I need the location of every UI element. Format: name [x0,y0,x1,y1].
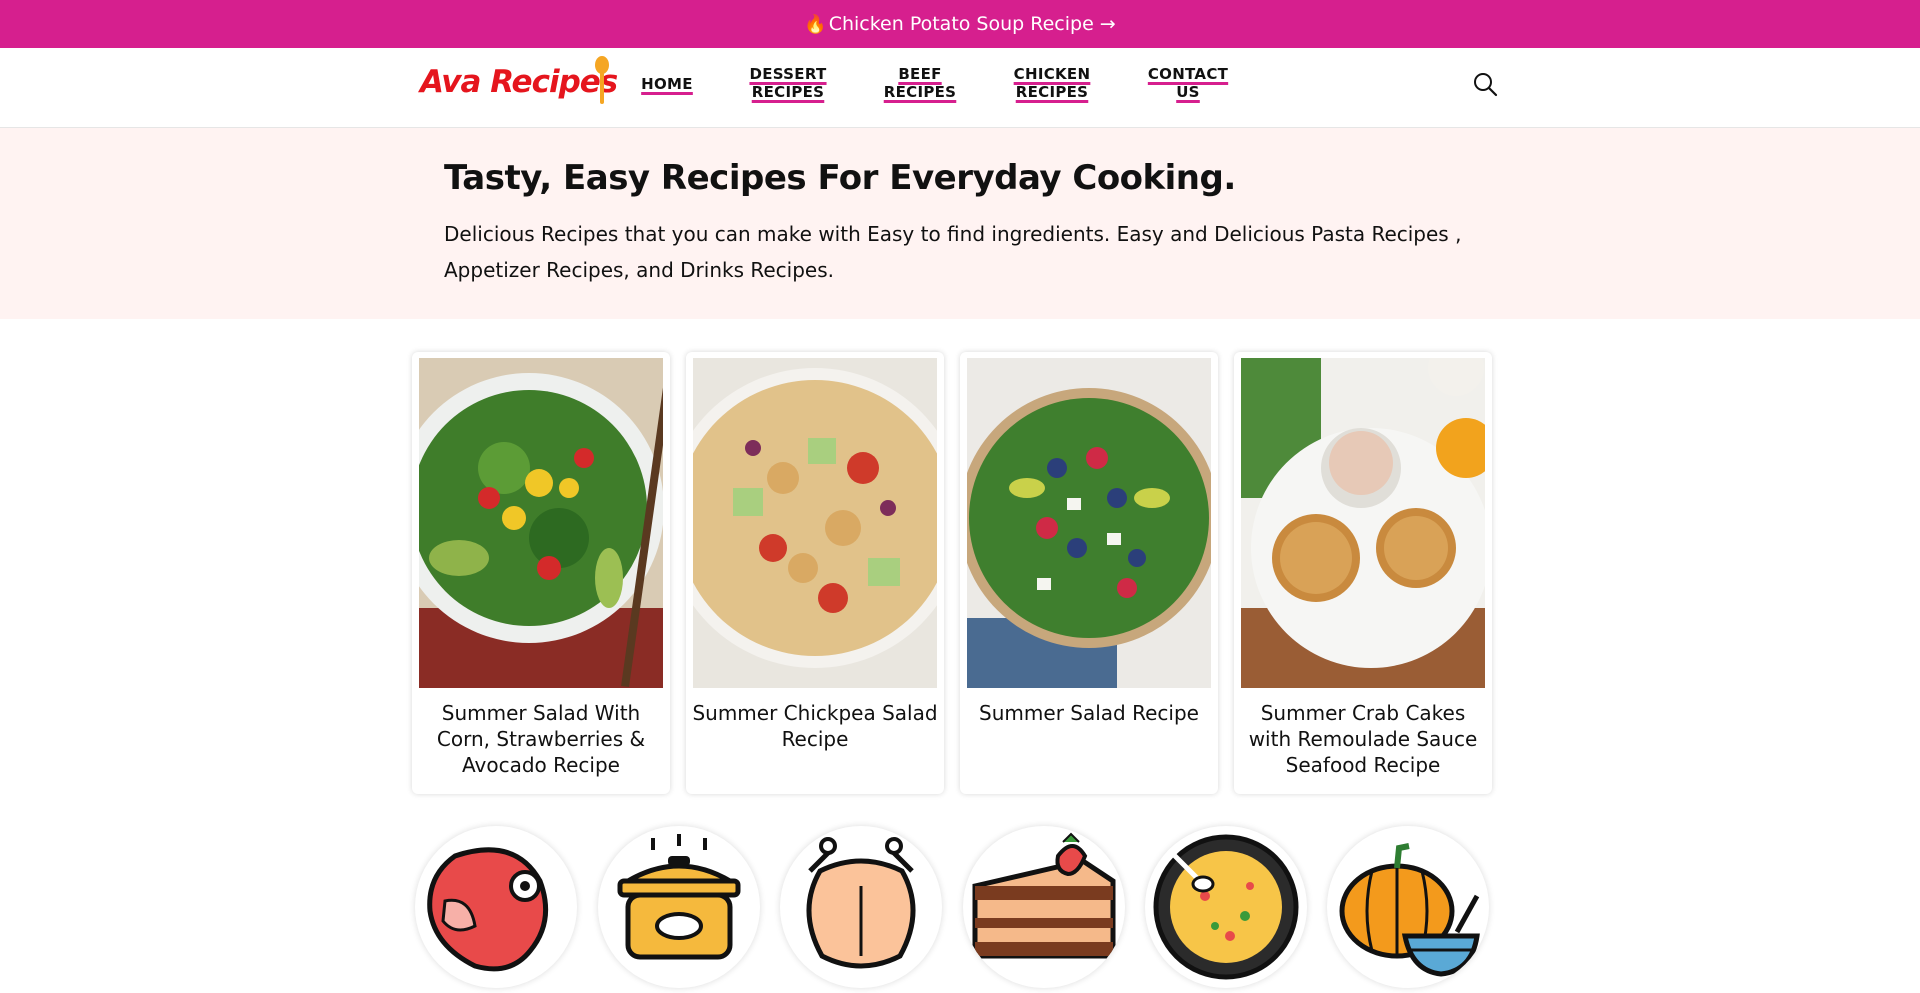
logo-text: Ava Recipes [420,64,618,100]
pumpkin-icon [1339,843,1480,977]
nav-dessert-recipes[interactable]: DESSERT RECIPES [733,65,843,101]
site-logo[interactable]: Ava Recipes [420,54,618,114]
steak-icon [427,847,549,972]
nav-home[interactable]: HOME [637,75,697,93]
search-icon [1474,73,1498,97]
site-header: Ava Recipes HOME DESSERT RECIPES BEEF RE… [0,48,1920,128]
recipe-cards: Summer Salad With Corn, Strawberries & A… [412,352,1492,794]
nav-beef-recipes[interactable]: BEEF RECIPES [875,65,965,101]
spoon-icon [595,56,609,104]
category-chicken[interactable] [780,826,942,988]
hero-section: Tasty, Easy Recipes For Everyday Cooking… [0,128,1920,319]
roast-chicken-icon [806,837,916,969]
hero-title: Tasty, Easy Recipes For Everyday Cooking… [444,158,1236,198]
nav-contact-line1: CONTACT [1147,65,1229,83]
nav-beef-line2: RECIPES [883,83,957,101]
category-icons [412,826,1492,993]
recipe-image[interactable] [693,358,937,688]
recipe-card[interactable]: Summer Crab Cakes with Remoulade Sauce S… [1234,352,1492,794]
category-dessert[interactable] [963,826,1125,988]
banner-text: Chicken Potato Soup Recipe → [828,13,1116,35]
nav-dessert-line2: RECIPES [751,83,825,101]
soup-bowl-icon [1153,834,1299,980]
category-beef[interactable] [415,826,577,988]
hero-description: Delicious Recipes that you can make with… [444,222,1462,282]
recipe-card[interactable]: Summer Salad With Corn, Strawberries & A… [412,352,670,794]
nav-beef-line1: BEEF [898,65,942,83]
recipe-title[interactable]: Summer Chickpea Salad Recipe [692,700,938,752]
search-button[interactable] [1470,70,1500,100]
nav-contact-us[interactable]: CONTACT US [1138,65,1238,101]
recipe-card[interactable]: Summer Salad Recipe [960,352,1218,794]
recipe-card[interactable]: Summer Chickpea Salad Recipe [686,352,944,794]
recipe-image[interactable] [967,358,1211,688]
nav-contact-line2: US [1176,83,1200,101]
announcement-banner-link[interactable]: 🔥 Chicken Potato Soup Recipe → [0,0,1920,48]
slow-cooker-icon [617,834,741,960]
recipe-title[interactable]: Summer Salad With Corn, Strawberries & A… [418,700,664,778]
flame-icon: 🔥 [804,13,827,35]
category-slow-cooker[interactable] [598,826,760,988]
category-pumpkin[interactable] [1327,826,1489,988]
recipe-title[interactable]: Summer Salad Recipe [966,700,1212,726]
recipe-image[interactable] [1241,358,1485,688]
category-soup[interactable] [1145,826,1307,988]
cake-slice-icon [972,832,1116,959]
recipe-image[interactable] [419,358,663,688]
recipe-title[interactable]: Summer Crab Cakes with Remoulade Sauce S… [1240,700,1486,778]
nav-chicken-line2: RECIPES [1015,83,1089,101]
nav-chicken-line1: CHICKEN [1013,65,1091,83]
nav-chicken-recipes[interactable]: CHICKEN RECIPES [1002,65,1102,101]
nav-dessert-line1: DESSERT [749,65,827,83]
